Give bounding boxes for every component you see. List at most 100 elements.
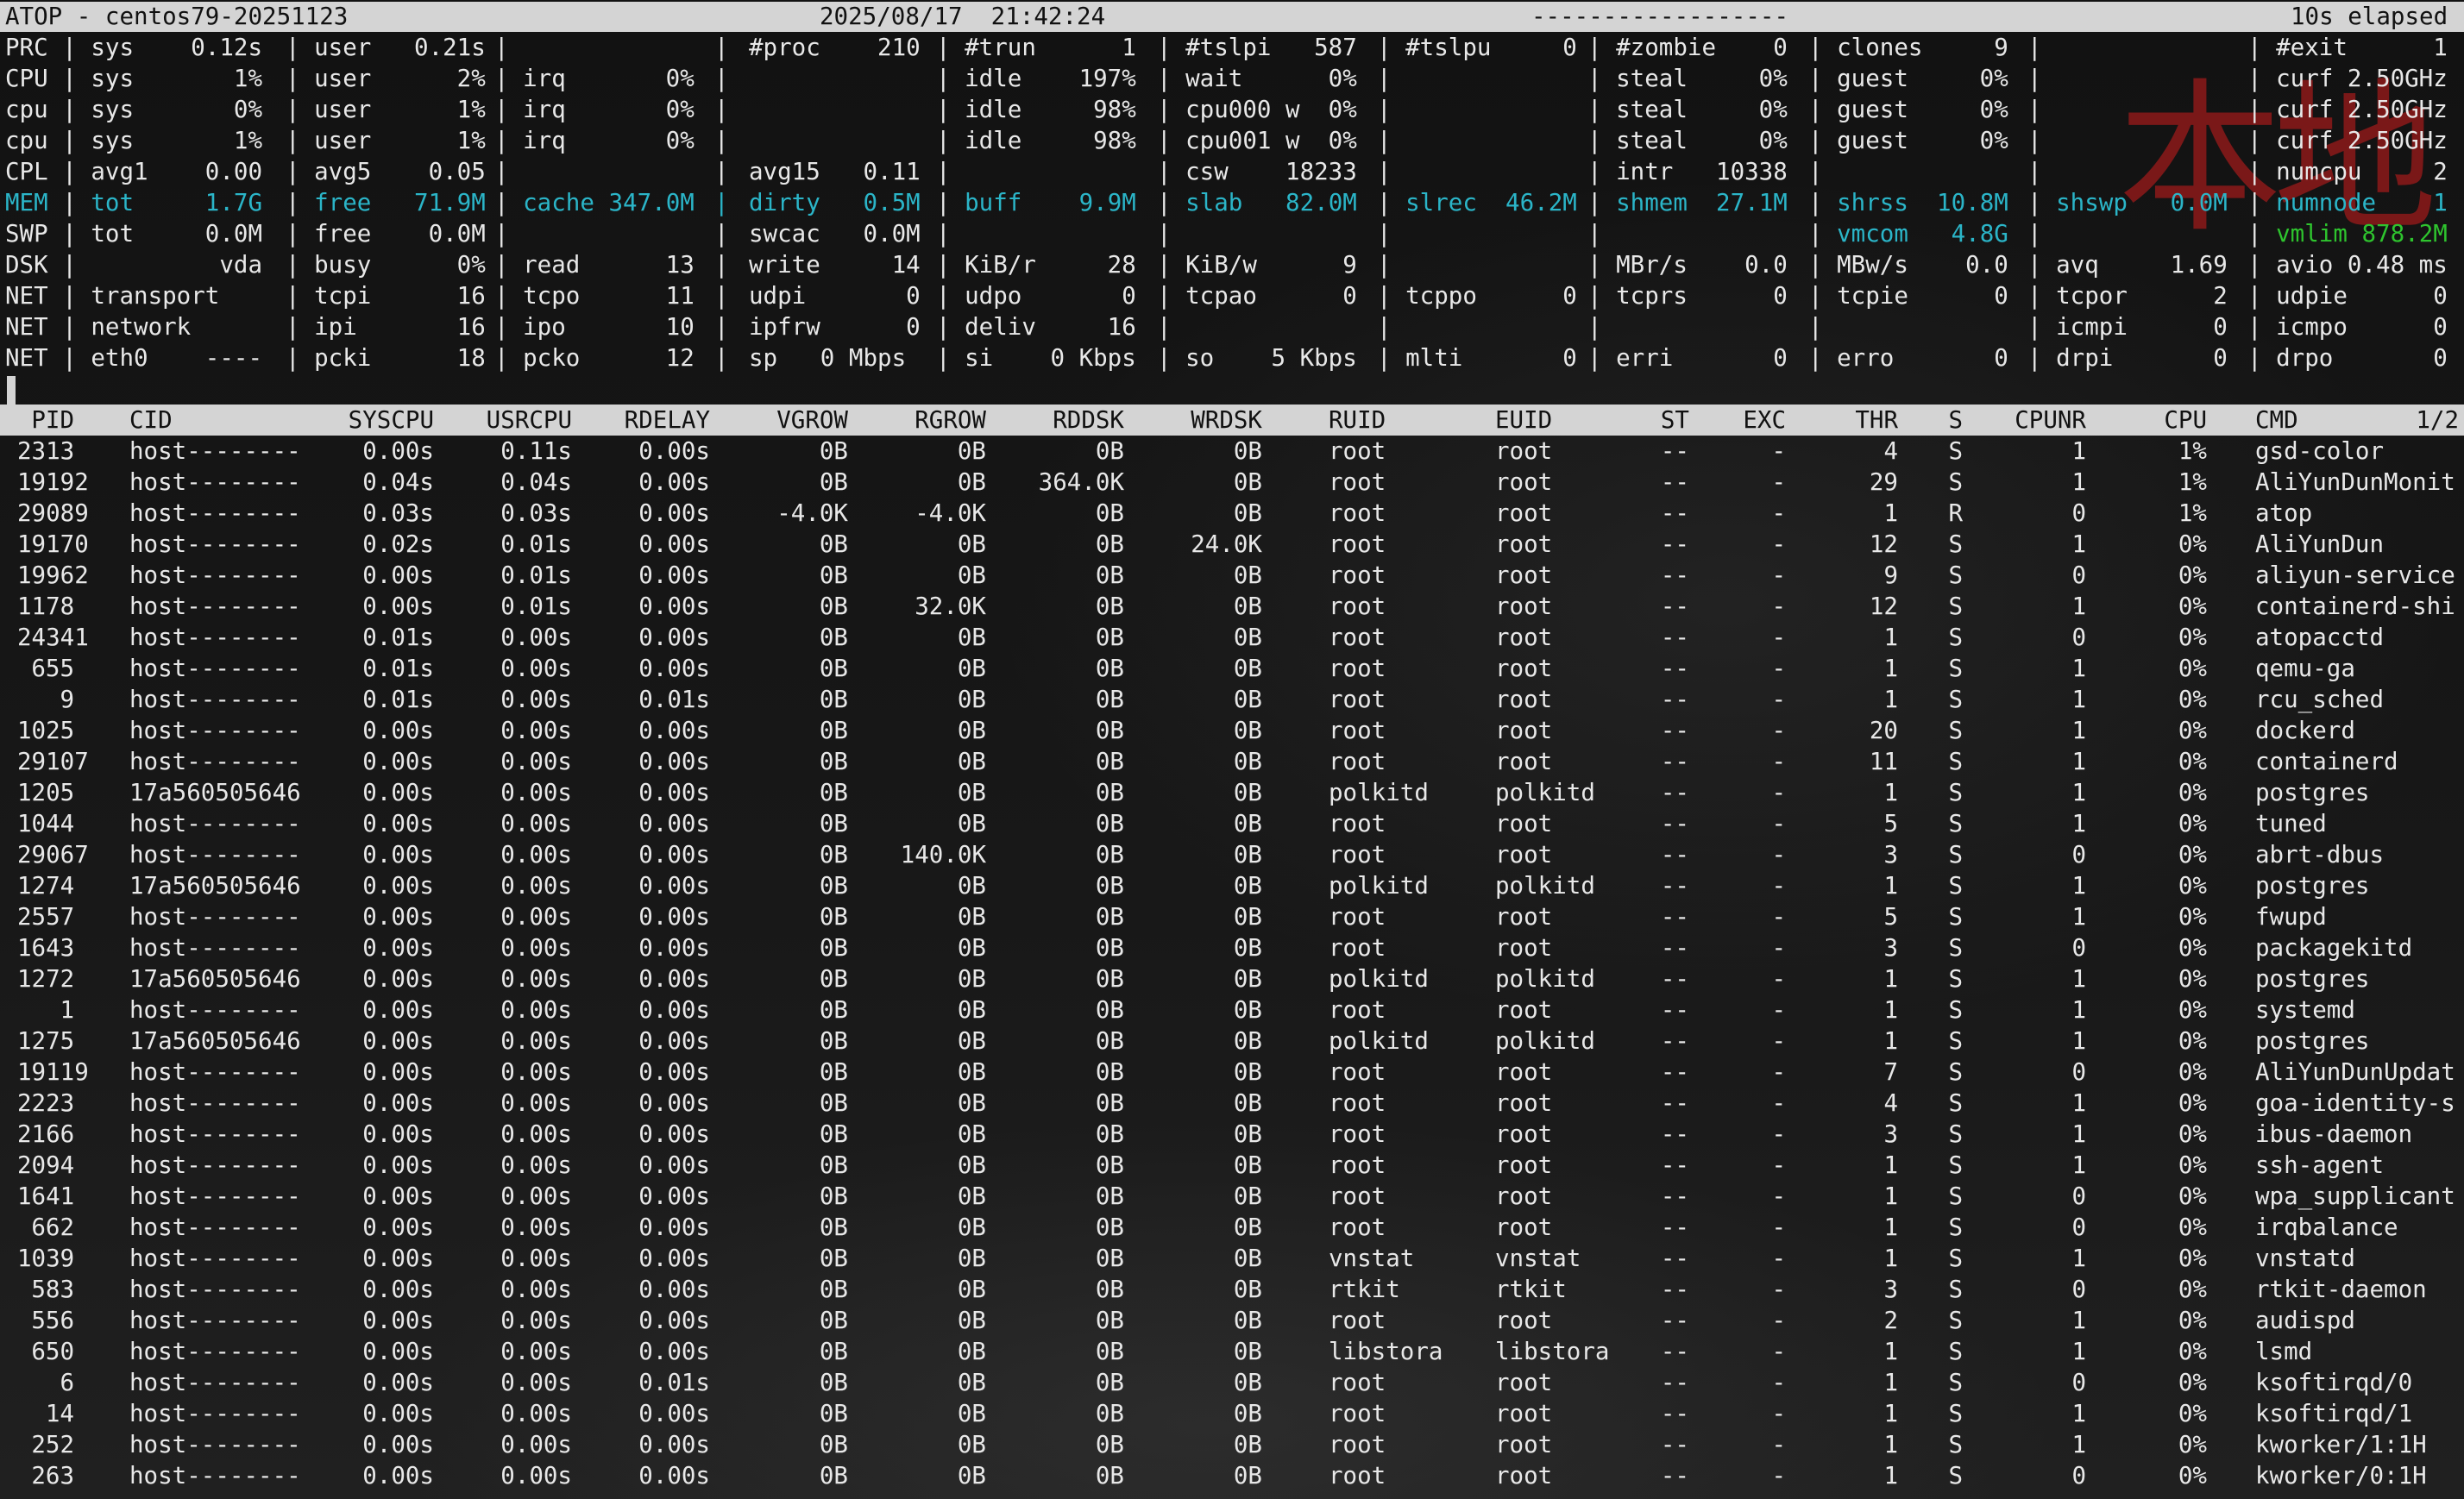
col-usrcpu[interactable]: USRCPU [475, 405, 572, 436]
col-euid[interactable]: EUID [1495, 405, 1552, 436]
col-wrdsk[interactable]: WRDSK [1165, 405, 1262, 436]
cell-rddsk: 0B [1095, 561, 1124, 589]
cell-rgrow: 0B [957, 1431, 986, 1458]
cell-rdelay: 0.00s [638, 934, 710, 962]
cell-thr: 1 [1883, 779, 1898, 806]
cell-cid: host-------- [129, 1214, 301, 1241]
cell-rddsk: 0B [1095, 779, 1124, 806]
process-row[interactable]: 9 host-------- 0.01s 0.00s 0.01s 0B 0B 0B 0B root… [0, 684, 2464, 715]
process-row[interactable]: 19962 host-------- 0.00s 0.01s 0.00s 0B 0B 0B 0B… [0, 560, 2464, 591]
col-pid[interactable]: PID [17, 405, 74, 436]
process-row[interactable]: 2166 host-------- 0.00s 0.00s 0.00s 0B 0B 0B 0B r… [0, 1119, 2464, 1150]
process-row[interactable]: 2094 host-------- 0.00s 0.00s 0.00s 0B 0B 0B 0B r… [0, 1150, 2464, 1181]
cell-exc: - [1771, 810, 1786, 837]
cell-rddsk: 0B [1095, 686, 1124, 713]
cell-rdelay: 0.00s [638, 841, 710, 869]
process-row[interactable]: 2313 host-------- 0.00s 0.11s 0.00s 0B 0B 0B 0B r… [0, 436, 2464, 467]
col-rgrow[interactable]: RGROW [889, 405, 986, 436]
cell-state: S [1948, 965, 1963, 993]
cell-rgrow: 0B [957, 1400, 986, 1427]
cell-exc: - [1771, 624, 1786, 651]
cell-rdelay: 0.00s [638, 1027, 710, 1055]
sys-field: | intr 10338 [1587, 158, 1788, 185]
process-row[interactable]: 19170 host-------- 0.02s 0.01s 0.00s 0B 0B 0B 24… [0, 529, 2464, 560]
process-row[interactable]: 1039 host-------- 0.00s 0.00s 0.00s 0B 0B 0B 0B v… [0, 1243, 2464, 1274]
cell-cmd: lsmd [2255, 1338, 2313, 1365]
cell-usrcpu: 0.00s [500, 1027, 572, 1055]
process-row[interactable]: 1641 host-------- 0.00s 0.00s 0.00s 0B 0B 0B 0B r… [0, 1181, 2464, 1212]
cell-cpu: 0% [2178, 841, 2207, 869]
cell-euid: root [1495, 1369, 1553, 1396]
col-cpu[interactable]: CPU [2122, 405, 2207, 436]
col-st[interactable]: ST [1622, 405, 1689, 436]
col-cmd[interactable]: CMD [2255, 405, 2298, 436]
process-row[interactable]: 19119 host-------- 0.00s 0.00s 0.00s 0B 0B 0B 0B… [0, 1057, 2464, 1088]
cell-rdelay: 0.00s [638, 1338, 710, 1365]
process-row[interactable]: 6 host-------- 0.00s 0.00s 0.01s 0B 0B 0B 0B root… [0, 1367, 2464, 1398]
col-exc[interactable]: EXC [1717, 405, 1786, 436]
col-cpunr[interactable]: CPUNR [2002, 405, 2086, 436]
cell-cmd: kworker/1:1H [2255, 1431, 2427, 1458]
col-thr[interactable]: THR [1829, 405, 1898, 436]
process-row[interactable]: 24341 host-------- 0.01s 0.00s 0.00s 0B 0B 0B 0B… [0, 622, 2464, 653]
process-row[interactable]: 655 host-------- 0.01s 0.00s 0.00s 0B 0B 0B 0B ro… [0, 653, 2464, 684]
process-row[interactable]: 252 host-------- 0.00s 0.00s 0.00s 0B 0B 0B 0B ro… [0, 1429, 2464, 1460]
cell-cid: host-------- [129, 1431, 301, 1458]
cell-cid: 17a560505646 [129, 1027, 301, 1055]
process-row[interactable]: 556 host-------- 0.00s 0.00s 0.00s 0B 0B 0B 0B ro… [0, 1305, 2464, 1336]
cell-euid: root [1495, 1120, 1553, 1148]
sys-field: | ipi 16 [286, 313, 486, 341]
sys-field: | udpo 0 [936, 282, 1136, 310]
cell-exc: - [1771, 1089, 1786, 1117]
cell-rdelay: 0.00s [638, 996, 710, 1024]
process-row[interactable]: 1272 17a560505646 0.00s 0.00s 0.00s 0B 0B 0B 0B p… [0, 963, 2464, 994]
col-ruid[interactable]: RUID [1329, 405, 1386, 436]
cell-rdelay: 0.00s [638, 779, 710, 806]
process-row[interactable]: 29089 host-------- 0.03s 0.03s 0.00s -4.0K -4.… [0, 498, 2464, 529]
cell-cmd: postgres [2255, 872, 2370, 900]
col-vgrow[interactable]: VGROW [751, 405, 848, 436]
cell-rdelay: 0.00s [638, 1307, 710, 1334]
cell-usrcpu: 0.00s [500, 1431, 572, 1458]
sys-field: | tcpie 0 [1808, 282, 2008, 310]
col-s[interactable]: S [1924, 405, 1963, 436]
cell-st: -- [1660, 1214, 1689, 1241]
process-row[interactable]: 1025 host-------- 0.00s 0.00s 0.00s 0B 0B 0B 0B r… [0, 715, 2464, 746]
process-row[interactable]: 2223 host-------- 0.00s 0.00s 0.00s 0B 0B 0B 0B r… [0, 1088, 2464, 1119]
process-row[interactable]: 29107 host-------- 0.00s 0.00s 0.00s 0B 0B 0B 0B… [0, 746, 2464, 777]
process-row[interactable]: 1643 host-------- 0.00s 0.00s 0.00s 0B 0B 0B 0B r… [0, 932, 2464, 963]
cell-ruid: root [1329, 593, 1386, 620]
process-row[interactable]: 1178 host-------- 0.00s 0.01s 0.00s 0B 32.0K 0B… [0, 591, 2464, 622]
process-row[interactable]: 1274 17a560505646 0.00s 0.00s 0.00s 0B 0B 0B 0B p… [0, 870, 2464, 901]
cell-st: -- [1660, 841, 1689, 869]
cell-cpunr: 1 [2071, 965, 2086, 993]
process-row[interactable]: 650 host-------- 0.00s 0.00s 0.00s 0B 0B 0B 0B li… [0, 1336, 2464, 1367]
process-row[interactable]: 14 host-------- 0.00s 0.00s 0.00s 0B 0B 0B 0B roo… [0, 1398, 2464, 1429]
process-row[interactable]: 1 host-------- 0.00s 0.00s 0.00s 0B 0B 0B 0B root… [0, 994, 2464, 1025]
cell-pid: 1274 [17, 872, 75, 900]
cell-syscpu: 0.00s [362, 1400, 434, 1427]
cell-pid: 9 [60, 686, 74, 713]
cell-usrcpu: 0.00s [500, 1338, 572, 1365]
process-row[interactable]: 1205 17a560505646 0.00s 0.00s 0.00s 0B 0B 0B 0B p… [0, 777, 2464, 808]
process-row[interactable]: 29067 host-------- 0.00s 0.00s 0.00s 0B 140.0K… [0, 839, 2464, 870]
sys-field: | so 5 Kbps [1157, 344, 1357, 372]
cell-rddsk: 0B [1095, 1338, 1124, 1365]
cell-pid: 2166 [17, 1120, 75, 1148]
cell-cpu: 0% [2178, 934, 2207, 962]
process-row[interactable]: 1044 host-------- 0.00s 0.00s 0.00s 0B 0B 0B 0B r… [0, 808, 2464, 839]
col-rddsk[interactable]: RDDSK [1027, 405, 1124, 436]
cell-ruid: root [1329, 1089, 1386, 1117]
col-cid[interactable]: CID [129, 405, 173, 436]
cell-rgrow: 0B [957, 1089, 986, 1117]
process-row[interactable]: 583 host-------- 0.00s 0.00s 0.00s 0B 0B 0B 0B rt… [0, 1274, 2464, 1305]
process-row[interactable]: 263 host-------- 0.00s 0.00s 0.00s 0B 0B 0B 0B ro… [0, 1460, 2464, 1491]
col-syscpu[interactable]: SYSCPU [336, 405, 434, 436]
process-row[interactable]: 1275 17a560505646 0.00s 0.00s 0.00s 0B 0B 0B 0B p… [0, 1025, 2464, 1057]
process-row[interactable]: 662 host-------- 0.00s 0.00s 0.00s 0B 0B 0B 0B ro… [0, 1212, 2464, 1243]
cell-thr: 1 [1883, 499, 1898, 527]
process-row[interactable]: 2557 host-------- 0.00s 0.00s 0.00s 0B 0B 0B 0B r… [0, 901, 2464, 932]
cell-usrcpu: 0.00s [500, 686, 572, 713]
col-rdelay[interactable]: RDELAY [613, 405, 710, 436]
process-row[interactable]: 19192 host-------- 0.04s 0.04s 0.00s 0B 0B 364.… [0, 467, 2464, 498]
